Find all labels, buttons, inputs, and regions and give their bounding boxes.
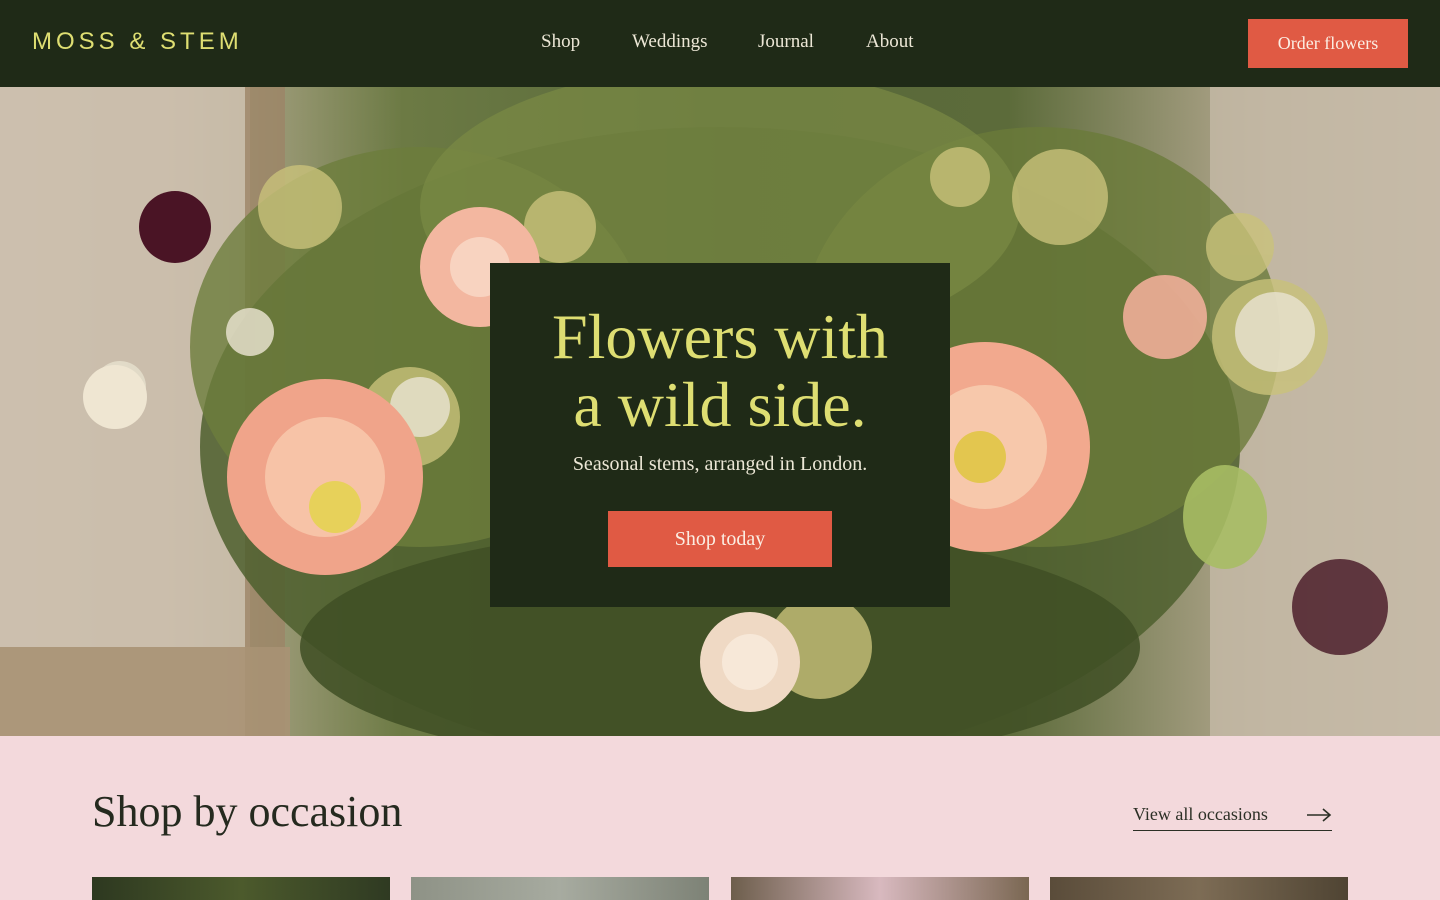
- occasion-card[interactable]: [92, 877, 390, 900]
- occasion-card[interactable]: [411, 877, 709, 900]
- view-all-occasions-link[interactable]: View all occasions: [1133, 804, 1332, 831]
- nav-link-weddings[interactable]: Weddings: [632, 31, 708, 53]
- hero-section: Flowers with a wild side. Seasonal stems…: [0, 87, 1440, 736]
- nav-link-shop[interactable]: Shop: [541, 31, 580, 53]
- hero-title-line-1: Flowers with: [552, 301, 888, 372]
- poppy-left: [227, 379, 423, 575]
- hero-card: Flowers with a wild side. Seasonal stems…: [490, 263, 950, 607]
- nav-link-journal[interactable]: Journal: [758, 31, 814, 53]
- arrow-right-icon: [1307, 808, 1332, 822]
- main-nav: Shop Weddings Journal About: [0, 31, 1440, 59]
- view-all-label: View all occasions: [1133, 804, 1268, 824]
- occasion-card[interactable]: [1050, 877, 1348, 900]
- hero-title: Flowers with a wild side.: [490, 303, 950, 439]
- nav-link-about[interactable]: About: [866, 31, 914, 53]
- occasion-cards: [0, 877, 1440, 900]
- hero-title-line-2: a wild side.: [573, 369, 867, 440]
- order-flowers-button[interactable]: Order flowers: [1248, 19, 1408, 68]
- occasion-section-title: Shop by occasion: [92, 787, 403, 836]
- occasion-card[interactable]: [731, 877, 1029, 900]
- site-header: MOSS & STEM Shop Weddings Journal About …: [0, 0, 1440, 87]
- shop-today-button[interactable]: Shop today: [608, 511, 832, 567]
- hero-subtitle: Seasonal stems, arranged in London.: [572, 453, 868, 475]
